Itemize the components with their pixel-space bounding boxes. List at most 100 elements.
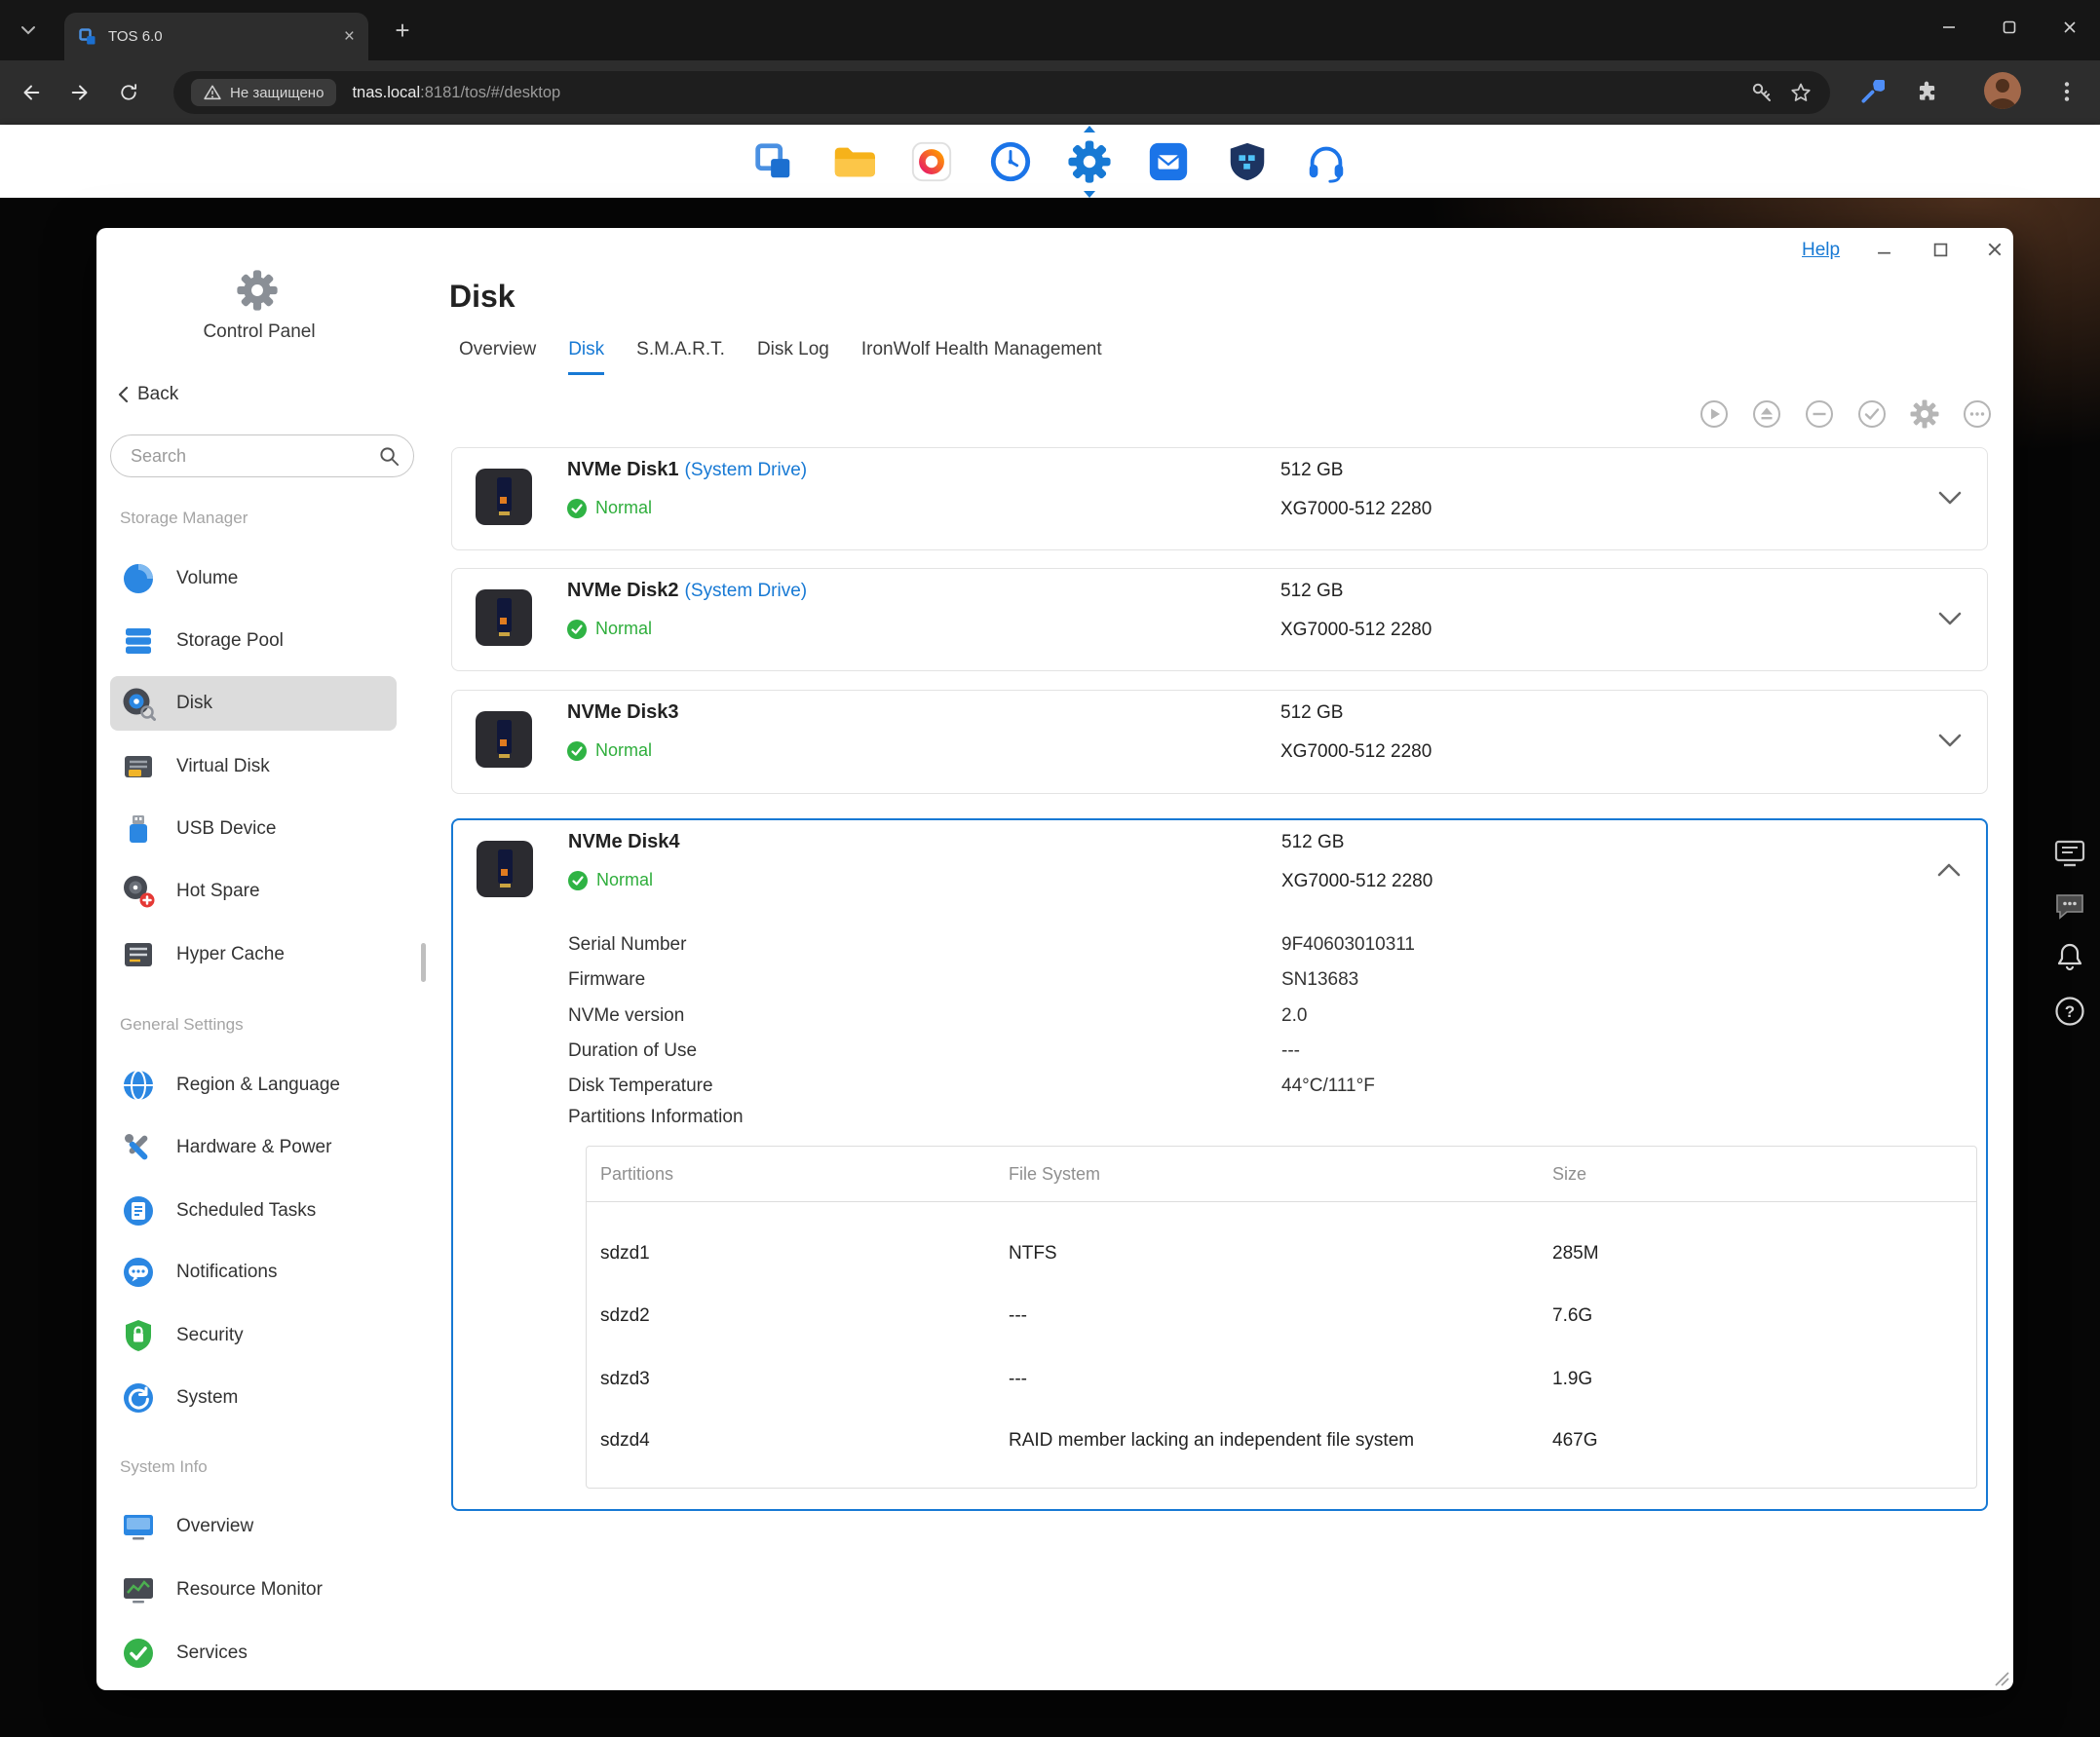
browser-minimize-button[interactable] <box>1919 0 1979 55</box>
sidebar-item-hot-spare[interactable]: Hot Spare <box>110 864 397 919</box>
window-maximize-button[interactable] <box>1925 236 1956 263</box>
gallery-icon[interactable] <box>907 137 956 186</box>
sidebar-item-resource-monitor[interactable]: Resource Monitor <box>110 1563 397 1617</box>
app-center-icon[interactable] <box>1144 137 1193 186</box>
sidebar-search <box>110 434 414 477</box>
pinned-extension-icon[interactable] <box>1859 80 1885 105</box>
window-resize-handle[interactable] <box>1990 1667 2009 1686</box>
action-check-button[interactable] <box>1857 399 1887 429</box>
chevron-down-icon[interactable] <box>1938 491 1962 505</box>
notification-bell-icon[interactable] <box>2050 937 2089 976</box>
url-text[interactable]: tnas.local:8181/tos/#/desktop <box>352 84 560 102</box>
extensions-puzzle-icon[interactable] <box>1914 80 1939 105</box>
browser-close-button[interactable] <box>2040 0 2100 55</box>
sidebar-item-notifications[interactable]: Notifications <box>110 1245 397 1300</box>
nvme-drive-icon <box>476 589 532 646</box>
sidebar-item-services[interactable]: Services <box>110 1626 397 1680</box>
security-chip[interactable]: Не защищено <box>191 79 337 106</box>
globe-icon <box>121 1068 156 1103</box>
window-close-button[interactable] <box>1979 236 2010 263</box>
hyper-cache-icon <box>121 937 156 972</box>
search-icon[interactable] <box>378 445 401 468</box>
help-circle-icon[interactable]: ? <box>2050 992 2089 1031</box>
action-remove-button[interactable] <box>1805 399 1834 429</box>
browser-maximize-button[interactable] <box>1979 0 2040 55</box>
sidebar-item-storage-pool[interactable]: Storage Pool <box>110 614 397 668</box>
tab-search-button[interactable] <box>18 23 39 37</box>
tab-smart[interactable]: S.M.A.R.T. <box>636 339 725 375</box>
sidebar-item-hardware-power[interactable]: Hardware & Power <box>110 1120 397 1175</box>
disk-card-nvme2[interactable]: NVMe Disk2 (System Drive) Normal 512 GB X… <box>451 568 1988 671</box>
partition-cell: 1.9G <box>1552 1369 1593 1389</box>
partition-cell: RAID member lacking an independent file … <box>1009 1430 1415 1451</box>
partition-cell: sdzd1 <box>600 1243 650 1264</box>
tab-close-button[interactable]: × <box>344 27 355 46</box>
chat-icon[interactable] <box>2050 887 2089 925</box>
back-link[interactable]: Back <box>118 384 178 405</box>
sidebar-item-label: Overview <box>176 1516 254 1536</box>
chevron-down-icon[interactable] <box>1938 612 1962 625</box>
detail-label: Disk Temperature <box>568 1076 713 1096</box>
tab-disk[interactable]: Disk <box>568 339 605 375</box>
sidebar-item-usb-device[interactable]: USB Device <box>110 802 397 856</box>
disk-card-nvme4-expanded[interactable]: NVMe Disk4 Normal 512 GB XG7000-512 2280… <box>451 818 1988 1511</box>
search-input[interactable] <box>131 437 376 474</box>
forward-button[interactable] <box>62 75 97 110</box>
disk-size: 512 GB <box>1281 832 1345 852</box>
control-panel-icon[interactable] <box>1065 125 1114 198</box>
file-manager-icon[interactable] <box>828 137 877 186</box>
sidebar-item-label: Notifications <box>176 1262 278 1282</box>
detail-label: NVMe version <box>568 1005 685 1026</box>
disk-model: XG7000-512 2280 <box>1280 499 1432 519</box>
backup-clock-icon[interactable] <box>986 137 1035 186</box>
chevron-down-icon[interactable] <box>1938 734 1962 747</box>
window-minimize-button[interactable] <box>1868 236 1899 263</box>
browser-tab[interactable]: TOS 6.0 × <box>64 13 368 60</box>
back-button[interactable] <box>14 75 49 110</box>
sidebar-item-volume[interactable]: Volume <box>110 551 397 606</box>
tab-ironwolf-health[interactable]: IronWolf Health Management <box>861 339 1102 375</box>
system-drive-label: (System Drive) <box>684 581 808 601</box>
sidebar-item-scheduled-tasks[interactable]: Scheduled Tasks <box>110 1184 397 1238</box>
support-headset-icon[interactable] <box>1302 137 1351 186</box>
action-settings-button[interactable] <box>1910 399 1939 429</box>
docker-icon[interactable] <box>1223 137 1272 186</box>
sidebar-item-system[interactable]: System <box>110 1371 397 1425</box>
disk-card-nvme3[interactable]: NVMe Disk3 Normal 512 GB XG7000-512 2280 <box>451 690 1988 794</box>
shield-icon <box>121 1318 156 1353</box>
sidebar-item-security[interactable]: Security <box>110 1308 397 1363</box>
action-more-button[interactable] <box>1963 399 1992 429</box>
sidebar-item-label: System <box>176 1387 239 1408</box>
action-locate-button[interactable] <box>1699 399 1729 429</box>
browser-menu-icon[interactable] <box>2054 79 2080 104</box>
sidebar-item-hyper-cache[interactable]: Hyper Cache <box>110 927 397 982</box>
sidebar-item-label: Resource Monitor <box>176 1579 323 1600</box>
disk-card-nvme1[interactable]: NVMe Disk1 (System Drive) Normal 512 GB X… <box>451 447 1988 550</box>
nvme-drive-icon <box>476 469 532 525</box>
tab-overview[interactable]: Overview <box>459 339 536 375</box>
remote-display-icon[interactable] <box>2050 834 2089 873</box>
action-eject-button[interactable] <box>1752 399 1781 429</box>
chevron-up-icon[interactable] <box>1937 863 1961 877</box>
partition-cell: sdzd3 <box>600 1369 650 1389</box>
control-panel-title: Control Panel <box>203 321 316 342</box>
tab-disk-log[interactable]: Disk Log <box>757 339 829 375</box>
new-tab-button[interactable]: + <box>388 16 417 45</box>
profile-avatar[interactable] <box>1984 72 2021 109</box>
partition-cell: 7.6G <box>1552 1305 1593 1326</box>
address-bar[interactable]: Не защищено tnas.local:8181/tos/#/deskto… <box>173 71 1830 114</box>
sidebar-item-disk[interactable]: Disk <box>110 676 397 731</box>
reload-button[interactable] <box>111 75 146 110</box>
sidebar-item-region-language[interactable]: Region & Language <box>110 1058 397 1113</box>
sidebar-scrollbar[interactable] <box>421 943 426 982</box>
sidebar-item-virtual-disk[interactable]: Virtual Disk <box>110 739 397 794</box>
usb-device-icon <box>121 812 156 847</box>
column-header-partitions: Partitions <box>600 1164 674 1184</box>
help-link[interactable]: Help <box>1802 240 1840 261</box>
sidebar-item-label: Volume <box>176 568 239 588</box>
tos-logo-icon[interactable] <box>749 137 798 186</box>
passwords-key-icon[interactable] <box>1750 81 1774 104</box>
sidebar-item-overview[interactable]: Overview <box>110 1499 397 1554</box>
detail-value: 2.0 <box>1281 1005 1308 1026</box>
bookmark-star-icon[interactable] <box>1789 81 1813 104</box>
